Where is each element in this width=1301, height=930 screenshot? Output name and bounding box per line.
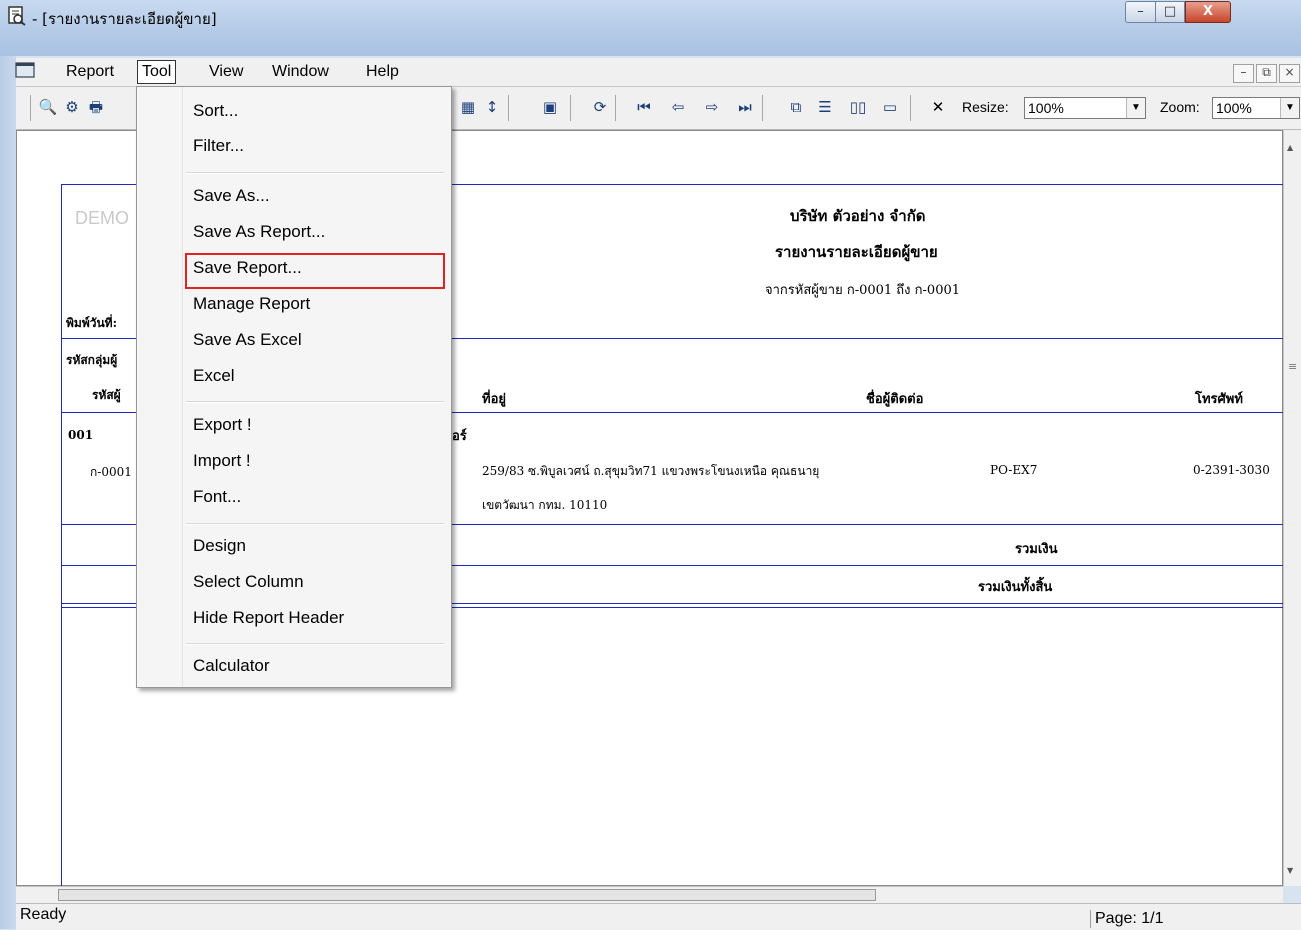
menu-report[interactable]: Report <box>62 61 118 83</box>
toolbar-grip <box>30 95 31 121</box>
address-line-2: เขตวัฒนา กทม. 10110 <box>482 498 608 512</box>
report-preview-icon <box>8 6 26 26</box>
grid-icon[interactable]: ▦ <box>458 97 478 117</box>
resize-label: Resize: <box>962 99 1009 115</box>
menu-item-import[interactable]: Import ! <box>193 449 251 473</box>
zoom-label: Zoom: <box>1160 99 1200 115</box>
report-left-border <box>61 184 62 886</box>
menu-item-filter[interactable]: Filter... <box>193 134 244 158</box>
mdi-window-icon[interactable] <box>15 62 35 78</box>
scroll-down-icon[interactable]: ▼ <box>1287 866 1293 875</box>
mdi-close-button[interactable]: × <box>1279 64 1300 83</box>
menu-item-design[interactable]: Design <box>193 534 246 558</box>
column-header-code: รหัสผู้ <box>92 388 121 402</box>
print-setup-icon[interactable]: ⚙ <box>62 97 82 117</box>
horizontal-scroll-thumb[interactable] <box>58 889 876 901</box>
report-range: จากรหัสผู้ขาย ก-0001 ถึง ก-0001 <box>765 283 961 298</box>
last-page-icon[interactable]: ⏭ <box>735 97 755 117</box>
toolbar-separator <box>615 95 616 121</box>
menu-icon-gutter <box>137 87 183 687</box>
toolbar-separator <box>508 95 509 121</box>
menu-item-font[interactable]: Font... <box>193 485 241 509</box>
tool-menu-dropdown: Sort... Filter... Save As... Save As Rep… <box>136 86 452 688</box>
first-page-icon[interactable]: ⏮ <box>634 97 654 117</box>
toolbar-separator <box>910 95 911 121</box>
menu-item-hide-report-header[interactable]: Hide Report Header <box>193 606 344 630</box>
zoom-value: 100% <box>1216 100 1252 116</box>
next-page-icon[interactable]: ⇨ <box>702 97 722 117</box>
menu-item-sort[interactable]: Sort... <box>193 99 238 123</box>
menu-item-calculator[interactable]: Calculator <box>193 654 270 678</box>
zoom-preview-icon[interactable]: 🔍 <box>38 97 58 117</box>
menu-item-export[interactable]: Export ! <box>193 413 252 437</box>
one-page-icon[interactable]: ▭ <box>880 97 900 117</box>
toolbar-separator <box>762 95 763 121</box>
toolbar-separator <box>570 95 571 121</box>
close-button[interactable]: X <box>1185 1 1231 23</box>
page-indicator: Page: 1/1 <box>1090 910 1164 928</box>
mdi-minimize-button[interactable]: – <box>1233 64 1254 83</box>
maximize-button[interactable]: □ <box>1155 1 1185 23</box>
group-label: รหัสกลุ่มผู้ <box>66 353 118 367</box>
menu-item-manage-report[interactable]: Manage Report <box>193 292 310 316</box>
menu-window[interactable]: Window <box>268 61 333 83</box>
calculator-icon[interactable]: ▣ <box>540 97 560 117</box>
menu-separator <box>186 643 444 645</box>
printer-icon[interactable]: 🖶 <box>86 97 106 117</box>
vendor-code: ก-0001 <box>90 465 132 479</box>
menu-item-excel[interactable]: Excel <box>193 364 235 388</box>
two-pages-icon[interactable]: ▯▯ <box>848 97 868 117</box>
fit-height-icon[interactable]: ↕ <box>482 97 502 117</box>
menu-item-select-column[interactable]: Select Column <box>193 570 304 594</box>
print-date-label: พิมพ์วันที่: <box>66 316 118 330</box>
column-header-contact: ชื่อผู้ติดต่อ <box>866 392 924 407</box>
highlight-box <box>185 253 445 289</box>
scroll-grip-icon[interactable]: ≡ <box>1288 360 1297 373</box>
menu-separator <box>186 523 444 525</box>
menu-view[interactable]: View <box>205 61 247 83</box>
menu-item-save-as-report[interactable]: Save As Report... <box>193 220 325 244</box>
multi-page-icon[interactable]: ⧉ <box>786 97 806 117</box>
chevron-down-icon[interactable]: ▼ <box>1126 98 1145 118</box>
company-name: บริษัท ตัวอย่าง จำกัด <box>790 207 926 225</box>
vertical-scrollbar[interactable] <box>1283 130 1301 886</box>
column-header-address: ที่อยู่ <box>482 392 506 407</box>
resize-value: 100% <box>1028 100 1064 116</box>
subtotal-label: รวมเงิน <box>1015 542 1058 557</box>
mdi-restore-button[interactable]: ⧉ <box>1256 64 1277 83</box>
status-text: Ready <box>20 906 67 923</box>
menu-tool[interactable]: Tool <box>137 60 177 84</box>
zoom-combo[interactable]: 100% ▼ <box>1212 97 1300 119</box>
group-name-suffix: อร์ <box>452 429 467 444</box>
menu-separator <box>186 401 444 403</box>
window-frame <box>0 56 16 929</box>
grand-total-label: รวมเงินทั้งสิ้น <box>978 580 1053 595</box>
menu-separator <box>186 172 444 174</box>
chevron-down-icon[interactable]: ▼ <box>1280 98 1299 118</box>
column-header-phone: โทรศัพท์ <box>1195 392 1243 407</box>
report-title: รายงานรายละเอียดผู้ขาย <box>775 243 938 261</box>
demo-watermark: DEMO <box>75 208 129 228</box>
menu-item-save-as[interactable]: Save As... <box>193 184 270 208</box>
scroll-up-icon[interactable]: ▲ <box>1287 143 1293 152</box>
address-line-1: 259/83 ซ.พิบูลเวศน์ ถ.สุขุมวิท71 แขวงพระ… <box>482 464 820 478</box>
page-width-icon[interactable]: ☰ <box>815 97 835 117</box>
refresh-icon[interactable]: ⟳ <box>590 97 610 117</box>
minimize-button[interactable]: – <box>1125 1 1155 23</box>
window-title: - [รายงานรายละเอียดผู้ขาย] <box>32 10 217 28</box>
phone-number: 0-2391-3030 <box>1193 463 1270 477</box>
menu-help[interactable]: Help <box>362 61 403 83</box>
previous-page-icon[interactable]: ⇦ <box>668 97 688 117</box>
resize-combo[interactable]: 100% ▼ <box>1024 97 1146 119</box>
group-code: 001 <box>68 428 94 442</box>
contact-code: PO-EX7 <box>990 463 1038 477</box>
menu-item-save-as-excel[interactable]: Save As Excel <box>193 328 302 352</box>
close-preview-icon[interactable]: ✕ <box>928 97 948 117</box>
